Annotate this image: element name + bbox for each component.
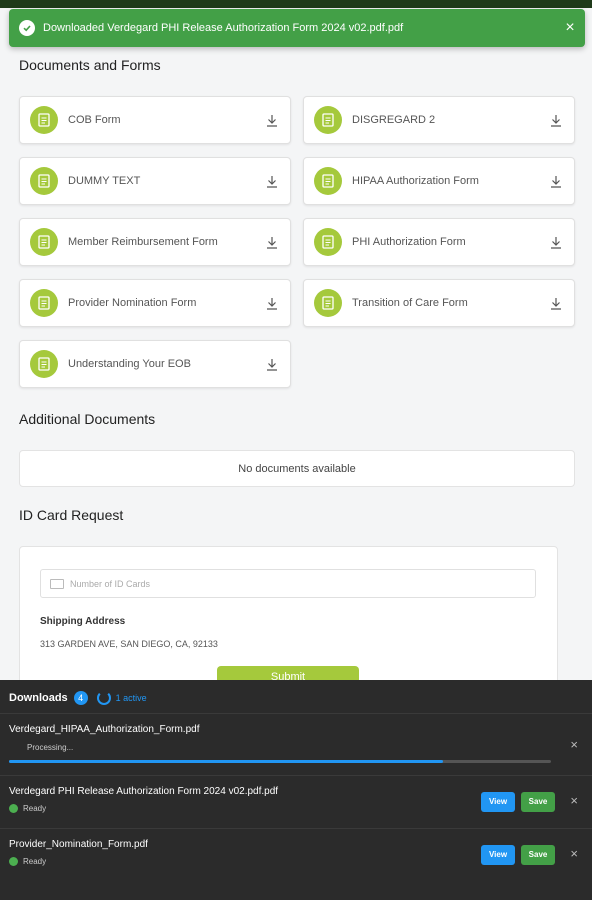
- document-icon: [30, 228, 58, 256]
- downloads-title: Downloads: [9, 692, 68, 704]
- document-card-member-reimbursement-form[interactable]: Member Reimbursement Form: [19, 218, 291, 266]
- document-label: Provider Nomination Form: [68, 297, 197, 309]
- download-close-button[interactable]: ×: [570, 737, 578, 752]
- document-label: DUMMY TEXT: [68, 175, 141, 187]
- view-button[interactable]: View: [481, 845, 515, 865]
- document-card-disgregard-2[interactable]: DISGREGARD 2: [303, 96, 575, 144]
- document-label: Understanding Your EOB: [68, 358, 191, 370]
- download-icon[interactable]: [538, 297, 574, 310]
- document-icon: [314, 106, 342, 134]
- toast-message: Downloaded Verdegard PHI Release Authori…: [43, 22, 404, 34]
- download-status-label: Ready: [23, 857, 47, 866]
- download-filename: Provider_Nomination_Form.pdf: [9, 839, 148, 850]
- check-circle-icon: [9, 857, 18, 866]
- top-app-bar: [0, 0, 592, 8]
- download-icon[interactable]: [254, 358, 290, 371]
- document-label: DISGREGARD 2: [352, 114, 436, 126]
- document-icon: [314, 167, 342, 195]
- downloads-panel: Downloads 4 1 active Verdegard_HIPAA_Aut…: [0, 680, 592, 900]
- document-card-cob-form[interactable]: COB Form: [19, 96, 291, 144]
- download-toast: Downloaded Verdegard PHI Release Authori…: [9, 9, 585, 47]
- id-cards-placeholder: Number of ID Cards: [70, 578, 151, 589]
- document-card-understanding-your-eob[interactable]: Understanding Your EOB: [19, 340, 291, 388]
- download-icon[interactable]: [254, 297, 290, 310]
- download-progress-bar: [9, 760, 551, 763]
- additional-documents-heading: Additional Documents: [19, 411, 156, 427]
- document-icon: [30, 289, 58, 317]
- document-label: HIPAA Authorization Form: [352, 175, 479, 187]
- document-icon: [314, 228, 342, 256]
- download-icon[interactable]: [254, 114, 290, 127]
- shipping-address-value: 313 GARDEN AVE, SAN DIEGO, CA, 92133: [40, 639, 218, 649]
- document-card-phi-authorization-form[interactable]: PHI Authorization Form: [303, 218, 575, 266]
- card-icon: [50, 578, 64, 589]
- view-button[interactable]: View: [481, 792, 515, 812]
- downloads-header: Downloads 4 1 active: [9, 691, 147, 705]
- id-card-heading: ID Card Request: [19, 507, 124, 523]
- download-status: Processing...: [27, 743, 74, 752]
- download-icon[interactable]: [254, 175, 290, 188]
- document-label: COB Form: [68, 114, 121, 126]
- toast-close-button[interactable]: ×: [555, 19, 585, 37]
- shipping-address-label: Shipping Address: [40, 616, 126, 627]
- check-circle-icon: [9, 804, 18, 813]
- document-icon: [30, 167, 58, 195]
- download-status-label: Ready: [23, 804, 47, 813]
- download-close-button[interactable]: ×: [570, 846, 578, 861]
- download-icon[interactable]: [538, 175, 574, 188]
- additional-documents-empty: No documents available: [19, 450, 575, 487]
- download-row-ready: Verdegard PHI Release Authorization Form…: [0, 775, 592, 828]
- download-filename: Verdegard_HIPAA_Authorization_Form.pdf: [9, 724, 200, 735]
- document-icon: [314, 289, 342, 317]
- document-card-provider-nomination-form[interactable]: Provider Nomination Form: [19, 279, 291, 327]
- check-circle-icon: [19, 20, 35, 36]
- document-label: Transition of Care Form: [352, 297, 468, 309]
- id-cards-input[interactable]: Number of ID Cards: [40, 569, 536, 598]
- save-button[interactable]: Save: [521, 792, 555, 812]
- document-card-transition-of-care-form[interactable]: Transition of Care Form: [303, 279, 575, 327]
- progress-fill: [9, 760, 443, 763]
- download-status: Ready: [9, 804, 46, 813]
- download-close-button[interactable]: ×: [570, 793, 578, 808]
- document-card-dummy-text[interactable]: DUMMY TEXT: [19, 157, 291, 205]
- document-icon: [30, 106, 58, 134]
- download-row-ready: Provider_Nomination_Form.pdf Ready View …: [0, 828, 592, 881]
- save-button[interactable]: Save: [521, 845, 555, 865]
- id-card-request-panel: Number of ID Cards Shipping Address 313 …: [19, 546, 558, 688]
- spinner-icon: [96, 691, 111, 705]
- download-icon[interactable]: [538, 114, 574, 127]
- download-row-processing: Verdegard_HIPAA_Authorization_Form.pdf P…: [0, 713, 592, 775]
- download-status: Ready: [9, 857, 46, 866]
- download-icon[interactable]: [254, 236, 290, 249]
- document-card-hipaa-authorization-form[interactable]: HIPAA Authorization Form: [303, 157, 575, 205]
- document-icon: [30, 350, 58, 378]
- document-label: PHI Authorization Form: [352, 236, 466, 248]
- document-label: Member Reimbursement Form: [68, 236, 218, 248]
- download-icon[interactable]: [538, 236, 574, 249]
- documents-heading: Documents and Forms: [19, 57, 161, 73]
- downloads-count-badge: 4: [73, 691, 88, 705]
- active-count: 1 active: [115, 693, 147, 703]
- download-filename: Verdegard PHI Release Authorization Form…: [9, 786, 279, 797]
